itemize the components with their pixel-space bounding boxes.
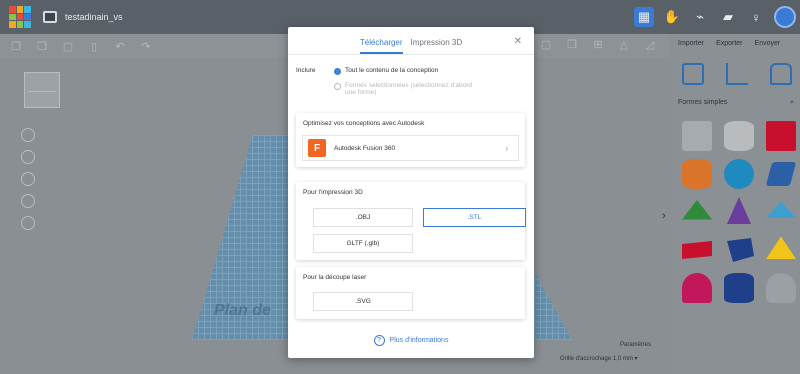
include-selected-option[interactable]: Formes sélectionnées (sélectionnez d'abo… [334, 82, 484, 96]
ruler-icon[interactable]: ◿ [644, 38, 656, 51]
align-icon[interactable]: ⊞ [592, 38, 604, 51]
workplane-icon[interactable] [726, 63, 748, 85]
duplicate-icon[interactable]: ▢ [62, 40, 74, 53]
shapes-panel: Importer Exporter Envoyer Formes simples… [670, 34, 800, 374]
more-info-link[interactable]: ? Plus d'informations [288, 335, 534, 346]
logo-square [24, 13, 31, 21]
shapes-grid [670, 107, 800, 303]
export-tabs: Importer Exporter Envoyer [670, 34, 800, 47]
shape-tube[interactable] [724, 273, 754, 303]
basic-shapes-icon[interactable] [682, 63, 704, 85]
shape-types [670, 47, 800, 85]
redo-icon[interactable]: ↷ [140, 40, 152, 53]
logo-square [24, 21, 31, 28]
export-button[interactable]: Exporter [716, 40, 742, 47]
paste-icon[interactable]: ❐ [36, 40, 48, 53]
export-dialog: Télécharger Impression 3D ✕ Inclure Tout… [288, 27, 534, 358]
avatar[interactable] [774, 6, 796, 28]
include-all-label: Tout le contenu de la conception [345, 67, 439, 74]
fusion-360-button[interactable]: F Autodesk Fusion 360 › [302, 135, 519, 161]
add-user-icon[interactable]: ♀ [746, 7, 766, 27]
view-cube[interactable] [24, 72, 60, 108]
hand-icon[interactable]: ✋ [662, 7, 682, 27]
fusion-360-label: Autodesk Fusion 360 [334, 144, 396, 152]
shape-half-sphere[interactable] [682, 273, 712, 303]
dialog-tabs: Télécharger Impression 3D ✕ [288, 27, 534, 55]
zoom-in-icon[interactable] [21, 172, 35, 186]
obj-format-button[interactable]: .OBJ [313, 208, 413, 227]
close-icon[interactable]: ✕ [514, 36, 522, 47]
laser-cut-title: Pour la découpe laser [303, 274, 367, 281]
snap-grid-select[interactable]: Grille d'accrochage 1,0 mm ▾ [560, 355, 638, 362]
tab-3d-print[interactable]: Impression 3D [411, 38, 463, 54]
logo-square [16, 6, 24, 13]
shape-pyramid[interactable] [766, 236, 796, 259]
logo-square [9, 6, 16, 13]
shape-cone[interactable] [727, 197, 751, 224]
tab-download[interactable]: Télécharger [359, 38, 403, 54]
svg-format-button[interactable]: .SVG [313, 292, 413, 311]
fusion-360-icon: F [308, 139, 326, 157]
copy-icon[interactable]: ❐ [10, 40, 22, 53]
radio-checked-icon[interactable] [334, 68, 341, 75]
shape-polygon[interactable] [727, 238, 754, 262]
note-icon[interactable]: ▢ [540, 38, 552, 51]
design-icon [43, 11, 57, 23]
radio-unchecked-icon[interactable] [334, 83, 341, 90]
notes-icon[interactable] [770, 63, 792, 85]
document-title[interactable]: testadinain_vs [65, 12, 123, 22]
tinkercad-logo[interactable] [9, 6, 31, 28]
search-icon[interactable]: ⌕ [790, 99, 794, 107]
shape-box-red[interactable] [766, 121, 796, 151]
grid-view-icon[interactable]: ▦ [634, 7, 654, 27]
optimize-title: Optimisez vos conceptions avec Autodesk [303, 120, 425, 127]
shape-scribble[interactable] [765, 162, 797, 186]
folder-icon[interactable]: ▰ [718, 7, 738, 27]
shape-roof[interactable] [682, 200, 712, 220]
include-label: Inclure [296, 67, 316, 74]
perspective-icon[interactable] [21, 216, 35, 230]
logo-square [24, 6, 31, 13]
chevron-right-icon: › [505, 143, 508, 153]
shape-paraboloid[interactable] [766, 273, 796, 303]
stl-format-button[interactable]: .STL [423, 208, 526, 227]
import-button[interactable]: Importer [678, 40, 704, 47]
shape-sphere[interactable] [724, 159, 754, 189]
view-toolbar: ▢ ❐ ⊞ △ ◿ [540, 38, 656, 51]
logo-square [9, 21, 16, 28]
shape-cylinder-orange[interactable] [682, 159, 712, 189]
logo-square [9, 13, 16, 21]
group-icon[interactable]: ❐ [566, 38, 578, 51]
print-3d-title: Pour l'impression 3D [303, 189, 363, 196]
panel-toggle-icon[interactable]: › [662, 210, 666, 222]
undo-icon[interactable]: ↶ [114, 40, 126, 53]
top-right-actions: ▦ ✋ ⌁ ▰ ♀ [634, 6, 796, 28]
include-selected-label: Formes sélectionnées (sélectionnez d'abo… [345, 82, 472, 96]
logo-square [16, 13, 24, 21]
delete-icon[interactable]: ▯ [88, 40, 100, 53]
send-button[interactable]: Envoyer [755, 40, 781, 47]
zoom-out-icon[interactable] [21, 194, 35, 208]
grid-settings-link[interactable]: Paramètres [620, 342, 651, 348]
shape-category-label: Formes simples [678, 99, 728, 106]
circuit-icon[interactable]: ⌁ [690, 7, 710, 27]
home-view-icon[interactable] [21, 128, 35, 142]
optimize-section: Optimisez vos conceptions avec Autodesk … [296, 113, 525, 167]
more-info-label: Plus d'informations [389, 337, 449, 344]
shape-box[interactable] [682, 121, 712, 151]
gltf-format-button[interactable]: GLTF (.glb) [313, 234, 413, 253]
mirror-icon[interactable]: △ [618, 38, 630, 51]
print-3d-section: Pour l'impression 3D .OBJ .STL GLTF (.gl… [296, 182, 526, 260]
fit-view-icon[interactable] [21, 150, 35, 164]
include-all-option[interactable]: Tout le contenu de la conception [334, 67, 438, 75]
help-icon: ? [373, 335, 385, 346]
shape-cylinder[interactable] [724, 121, 754, 151]
shape-category-select[interactable]: Formes simples ⌕ [678, 99, 794, 107]
laser-cut-section: Pour la découpe laser .SVG [296, 267, 525, 319]
shape-round-roof[interactable] [766, 201, 796, 218]
shape-text[interactable] [682, 241, 712, 259]
workplane-label: Plan de [214, 302, 271, 319]
logo-square [16, 21, 24, 28]
